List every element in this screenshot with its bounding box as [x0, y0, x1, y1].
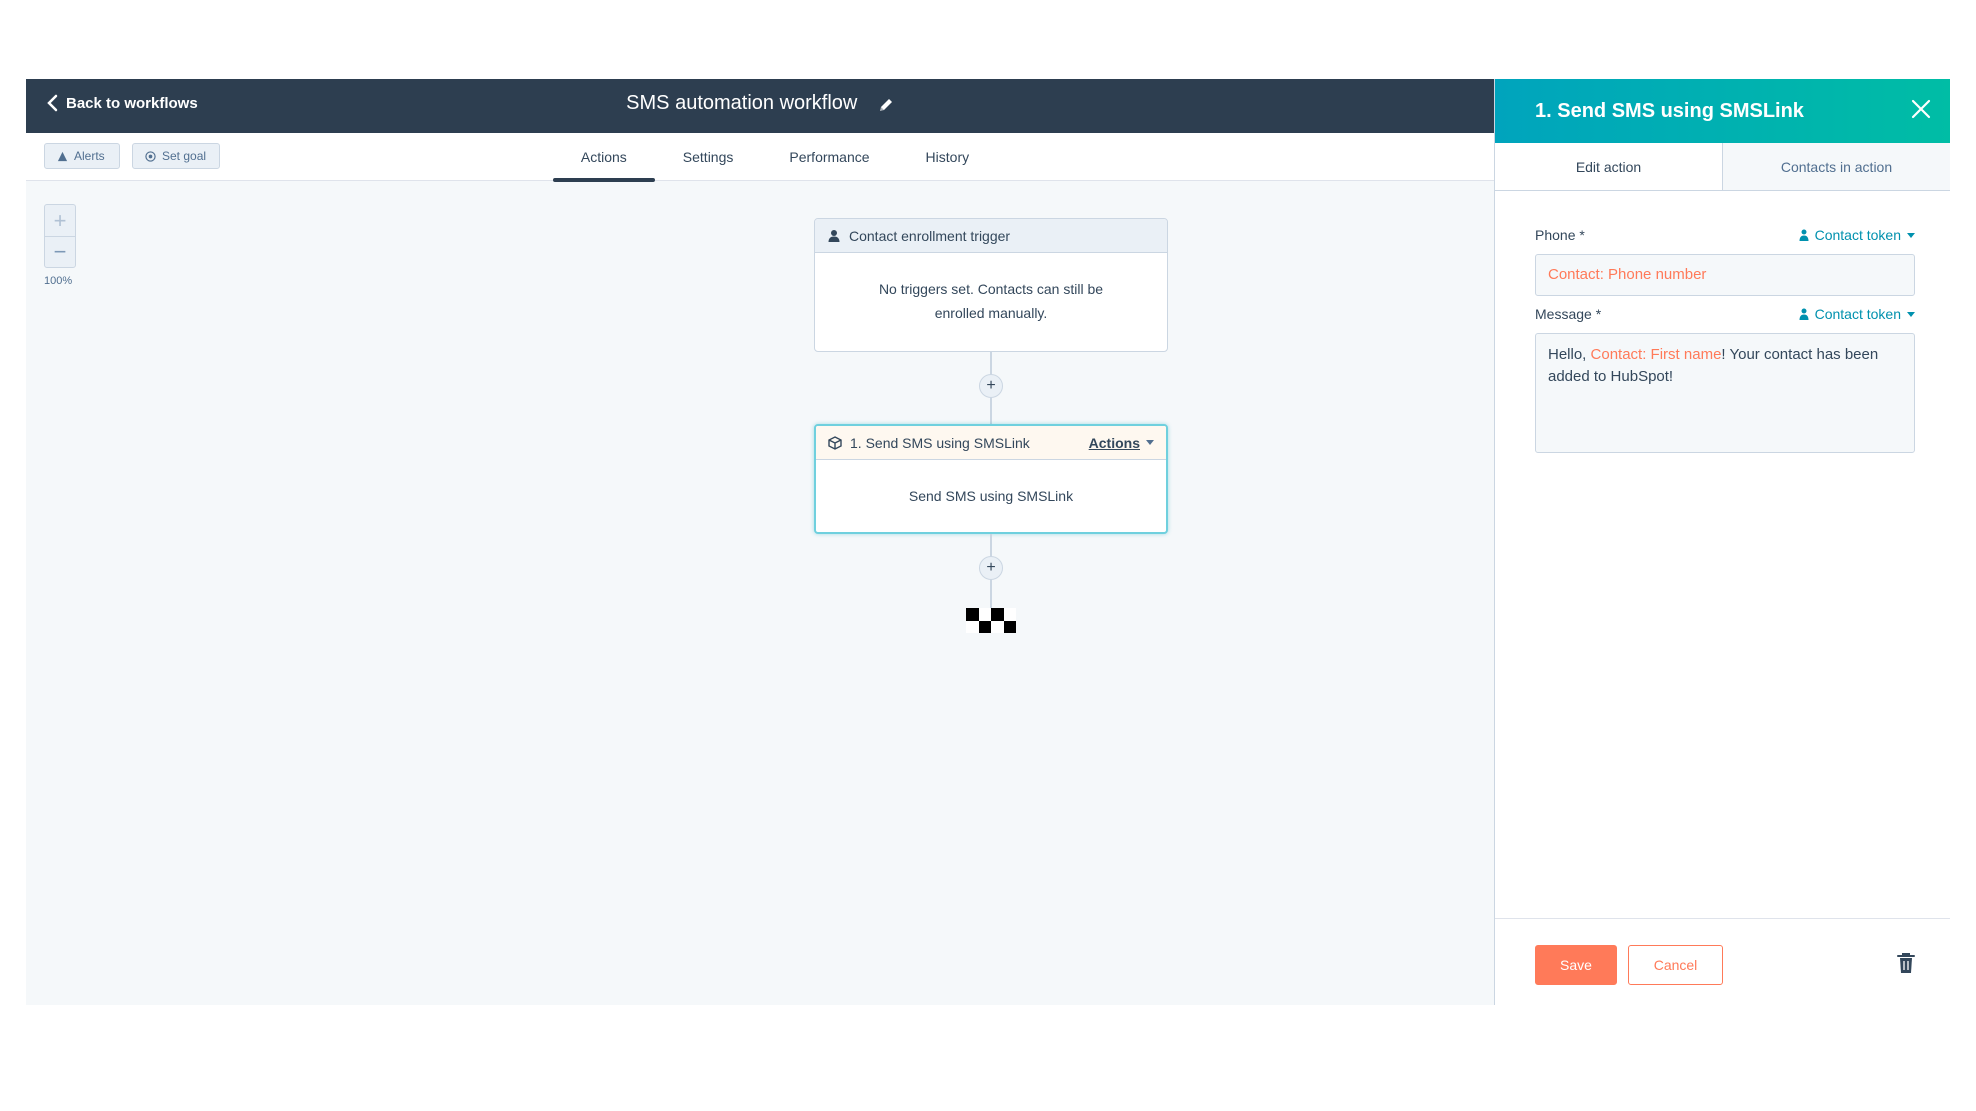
phone-contact-token-label: Contact token	[1814, 227, 1901, 243]
panel-header: 1. Send SMS using SMSLink	[1495, 79, 1950, 143]
send-sms-action-card[interactable]: 1. Send SMS using SMSLink Actions Send S…	[814, 424, 1168, 534]
workflow-tabs: Actions Settings Performance History	[26, 133, 1494, 182]
trigger-card-body: No triggers set. Contacts can still be e…	[878, 281, 1104, 321]
tab-performance[interactable]: Performance	[761, 133, 897, 181]
tab-actions[interactable]: Actions	[552, 133, 655, 182]
message-label: Message *	[1535, 306, 1602, 322]
cube-icon	[828, 435, 842, 450]
person-icon	[1799, 229, 1809, 241]
actions-dropdown-label: Actions	[1088, 434, 1140, 451]
message-first-name-token: Contact: First name	[1590, 346, 1722, 363]
chevron-down-icon	[1146, 440, 1154, 445]
phone-contact-token-link[interactable]: Contact token	[1799, 227, 1915, 243]
pencil-icon[interactable]	[878, 97, 894, 113]
action-card-header: 1. Send SMS using SMSLink Actions	[816, 426, 1166, 460]
top-header-bar: Back to workflows SMS automation workflo…	[26, 79, 1494, 133]
workflow-app: Back to workflows SMS automation workflo…	[26, 79, 1950, 1005]
message-contact-token-label: Contact token	[1814, 306, 1901, 322]
panel-title: 1. Send SMS using SMSLink	[1535, 99, 1804, 122]
close-icon[interactable]	[1910, 98, 1932, 120]
trigger-card-title: Contact enrollment trigger	[849, 227, 1011, 244]
add-action-button[interactable]: +	[979, 556, 1003, 580]
phone-label: Phone *	[1535, 227, 1585, 243]
message-contact-token-link[interactable]: Contact token	[1799, 306, 1915, 322]
phone-field[interactable]: Contact: Phone number	[1535, 254, 1915, 296]
cancel-button[interactable]: Cancel	[1628, 945, 1723, 985]
zoom-level: 100%	[44, 275, 73, 287]
workflow-title-area: SMS automation workflow	[26, 92, 1494, 115]
message-field[interactable]: Hello, Contact: First name! Your contact…	[1535, 333, 1915, 453]
person-icon	[1799, 308, 1809, 320]
action-card-body: Send SMS using SMSLink	[908, 488, 1074, 504]
tab-edit-action[interactable]: Edit action	[1495, 143, 1722, 190]
tab-settings[interactable]: Settings	[655, 133, 762, 181]
chevron-down-icon	[1907, 232, 1915, 238]
zoom-in-button[interactable]: +	[44, 204, 76, 236]
action-card-title: 1. Send SMS using SMSLink	[850, 434, 1030, 451]
panel-footer: Save Cancel	[1495, 918, 1950, 1005]
trash-icon[interactable]	[1897, 952, 1915, 974]
phone-label-row: Phone * Contact token	[1535, 227, 1915, 243]
tab-contacts-in-action[interactable]: Contacts in action	[1722, 143, 1950, 190]
actions-dropdown[interactable]: Actions	[1089, 435, 1154, 451]
workflow-title[interactable]: SMS automation workflow	[626, 92, 857, 114]
tab-history[interactable]: History	[898, 133, 998, 181]
zoom-out-button[interactable]: −	[44, 236, 76, 268]
checkered-flag-icon	[966, 608, 1016, 633]
edit-action-panel: 1. Send SMS using SMSLink Edit action Co…	[1494, 79, 1950, 1005]
enrollment-trigger-card[interactable]: Contact enrollment trigger No triggers s…	[814, 218, 1168, 352]
person-icon	[828, 229, 840, 242]
chevron-down-icon	[1907, 311, 1915, 317]
save-button[interactable]: Save	[1535, 945, 1617, 985]
trigger-card-header: Contact enrollment trigger	[815, 219, 1167, 253]
phone-token-value: Contact: Phone number	[1548, 266, 1707, 283]
sub-navigation: Alerts Set goal Actions Settings Perform…	[26, 133, 1494, 182]
panel-tabs: Edit action Contacts in action	[1495, 143, 1950, 191]
message-label-row: Message * Contact token	[1535, 306, 1915, 322]
add-action-button[interactable]: +	[979, 374, 1003, 398]
message-prefix: Hello,	[1548, 346, 1591, 363]
